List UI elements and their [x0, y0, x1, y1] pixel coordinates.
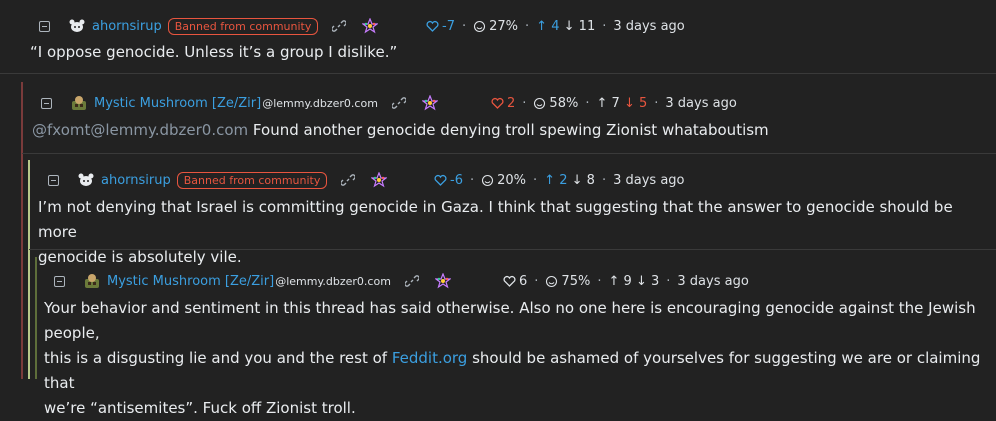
avatar-icon[interactable]: [83, 273, 101, 289]
arrow-down-icon[interactable]: ↓: [564, 19, 575, 34]
timestamp: 3 days ago: [677, 273, 749, 289]
collapse-icon[interactable]: [39, 20, 50, 32]
collapse-icon[interactable]: [48, 174, 59, 186]
comment-body-line: I’m not denying that Israel is committin…: [38, 198, 953, 241]
arrow-down-icon[interactable]: ↓: [572, 173, 583, 188]
comment-body: @fxomt@lemmy.dbzer0.com Found another ge…: [32, 118, 769, 143]
downvotes: 8: [586, 172, 595, 188]
avatar-icon[interactable]: [77, 172, 95, 188]
timestamp: 3 days ago: [613, 18, 685, 34]
comment-header: Mystic Mushroom [Ze/Zir] @lemmy.dbzer0.co…: [41, 91, 438, 115]
comment-stats: 6 · 75% · ↑ 9 ↓ 3 · 3 days ago: [503, 269, 749, 293]
user-mention-link[interactable]: @fxomt@lemmy.dbzer0.com: [32, 121, 248, 139]
comment-body-text: this is a disgusting lie and you and the…: [44, 349, 392, 367]
arrow-down-icon[interactable]: ↓: [636, 274, 647, 289]
downvotes: 5: [638, 95, 648, 111]
heart-icon[interactable]: [491, 97, 504, 110]
timestamp: 3 days ago: [665, 95, 737, 111]
timestamp: 3 days ago: [613, 172, 685, 188]
comment-header: Mystic Mushroom [Ze/Zir] @lemmy.dbzer0.co…: [54, 269, 451, 293]
smiley-icon: [474, 20, 486, 32]
comment-body-line: this is a disgusting lie and you and the…: [44, 346, 996, 396]
arrow-down-icon[interactable]: ↓: [624, 96, 635, 111]
upvotes: 7: [611, 95, 620, 111]
link-icon[interactable]: [341, 173, 356, 187]
upvote-percent: 75%: [561, 273, 591, 289]
divider: [22, 153, 996, 154]
upvote-percent: 58%: [549, 95, 579, 111]
score: -6: [450, 172, 463, 188]
arrow-up-icon[interactable]: ↑: [608, 274, 619, 289]
comment-stats: 2 · 58% · ↑ 7 ↓ 5 · 3 days ago: [491, 91, 737, 115]
comment-body-text: Found another genocide denying troll spe…: [248, 121, 769, 139]
upvotes: 9: [623, 273, 632, 289]
score: 2: [507, 95, 516, 111]
banned-badge: Banned from community: [176, 171, 328, 189]
comment-body: Your behavior and sentiment in this thre…: [44, 296, 996, 421]
downvotes: 3: [650, 273, 660, 289]
fediverse-icon[interactable]: [434, 273, 451, 289]
smiley-icon: [482, 174, 494, 186]
comment-body: I’m not denying that Israel is committin…: [38, 195, 996, 270]
username[interactable]: ahornsirup: [101, 173, 171, 188]
thread-line-level-1: [21, 82, 23, 379]
collapse-icon[interactable]: [41, 97, 52, 109]
heart-icon[interactable]: [426, 20, 439, 33]
banned-badge: Banned from community: [167, 17, 319, 35]
comment-stats: -7 · 27% · ↑ 4 ↓ 11 · 3 days ago: [426, 14, 685, 38]
fediverse-icon[interactable]: [362, 18, 379, 34]
user-instance: @lemmy.dbzer0.com: [275, 274, 391, 288]
upvotes: 2: [559, 172, 568, 188]
score: 6: [519, 273, 528, 289]
comment-stats: -6 · 20% · ↑ 2 ↓ 8 · 3 days ago: [434, 168, 685, 192]
downvotes: 11: [578, 18, 596, 34]
avatar-icon[interactable]: [68, 18, 86, 34]
avatar-icon[interactable]: [70, 95, 88, 111]
thread-line-level-2: [28, 160, 30, 379]
collapse-icon[interactable]: [54, 275, 65, 287]
comment-header: ahornsirup Banned from community: [39, 14, 379, 38]
link-icon[interactable]: [332, 19, 347, 33]
user-instance: @lemmy.dbzer0.com: [262, 96, 378, 110]
thread-line-level-3: [35, 257, 37, 379]
upvotes: 4: [551, 18, 560, 34]
smiley-icon: [546, 275, 558, 287]
community-link[interactable]: Feddit.org: [392, 349, 468, 367]
username[interactable]: ahornsirup: [92, 19, 162, 34]
fediverse-icon[interactable]: [371, 172, 388, 188]
comment-body-line: genocide is absolutely vile.: [38, 248, 242, 266]
comment-body: “I oppose genocide. Unless it’s a group …: [30, 43, 398, 61]
arrow-up-icon[interactable]: ↑: [536, 19, 547, 34]
link-icon[interactable]: [404, 274, 419, 288]
smiley-icon: [534, 97, 546, 109]
arrow-up-icon[interactable]: ↑: [544, 173, 555, 188]
heart-icon[interactable]: [434, 174, 447, 187]
fediverse-icon[interactable]: [421, 95, 438, 111]
divider: [0, 73, 996, 74]
username[interactable]: Mystic Mushroom [Ze/Zir]: [107, 274, 274, 289]
arrow-up-icon[interactable]: ↑: [596, 96, 607, 111]
heart-icon[interactable]: [503, 275, 516, 288]
link-icon[interactable]: [391, 96, 406, 110]
upvote-percent: 20%: [497, 172, 527, 188]
comment-header: ahornsirup Banned from community: [48, 168, 388, 192]
username[interactable]: Mystic Mushroom [Ze/Zir]: [94, 96, 261, 111]
comment-body-line: Your behavior and sentiment in this thre…: [44, 299, 976, 342]
score: -7: [442, 18, 455, 34]
upvote-percent: 27%: [489, 18, 519, 34]
